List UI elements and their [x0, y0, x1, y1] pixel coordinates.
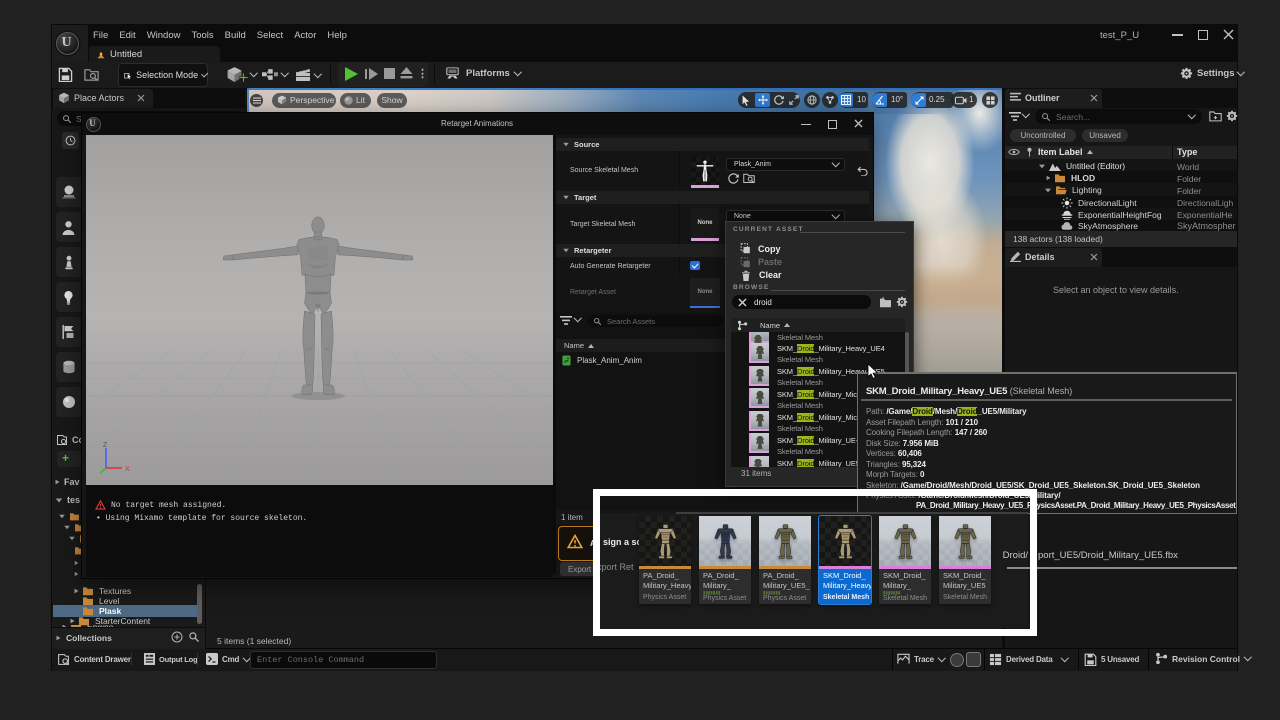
svg-text:Z: Z [103, 442, 108, 449]
svg-text:X: X [125, 466, 130, 473]
